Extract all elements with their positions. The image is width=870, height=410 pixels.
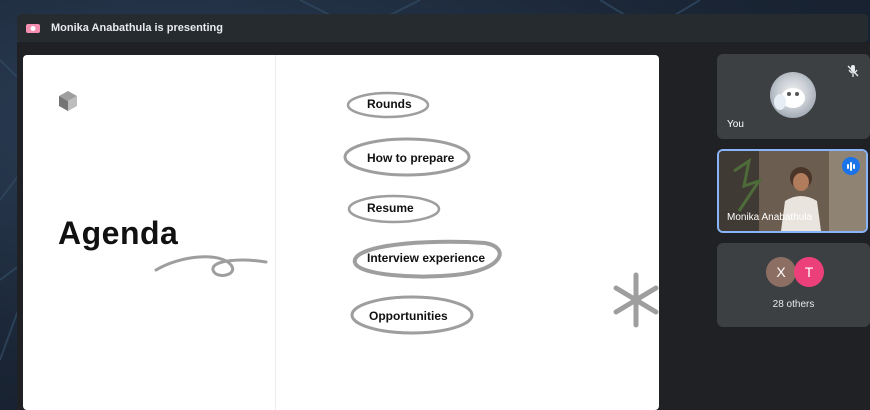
presenting-label: Monika Anabathula is presenting xyxy=(51,22,223,34)
presentation-icon xyxy=(25,22,41,34)
speaking-icon xyxy=(842,157,860,175)
participant-tile-you[interactable]: You xyxy=(717,54,870,139)
cube-logo-icon xyxy=(59,91,77,111)
agenda-item-rounds: Rounds xyxy=(367,97,412,111)
mic-off-icon xyxy=(847,65,859,77)
shared-slide[interactable]: Agenda Rounds How to prepare Resume Inte… xyxy=(23,55,659,410)
participant-tile-others[interactable]: X T 28 others xyxy=(717,243,870,327)
agenda-item-how-to-prepare: How to prepare xyxy=(367,151,455,165)
presenting-banner: Monika Anabathula is presenting xyxy=(17,14,868,42)
slide-divider xyxy=(275,55,276,410)
asterisk-decoration xyxy=(613,272,659,328)
agenda-item-resume: Resume xyxy=(367,201,414,215)
agenda-item-interview-experience: Interview experience xyxy=(367,251,486,265)
participant-name: You xyxy=(727,119,744,130)
participant-name: Monika Anabathula xyxy=(727,212,813,223)
swirl-decoration xyxy=(154,255,268,277)
avatar: X xyxy=(766,257,796,287)
avatar: T xyxy=(794,257,824,287)
participant-tile-presenter[interactable]: Monika Anabathula xyxy=(717,149,868,233)
agenda-item-opportunities: Opportunities xyxy=(369,309,448,323)
avatar xyxy=(770,72,816,118)
others-count-label: 28 others xyxy=(772,299,815,310)
slide-title: Agenda xyxy=(58,215,179,251)
